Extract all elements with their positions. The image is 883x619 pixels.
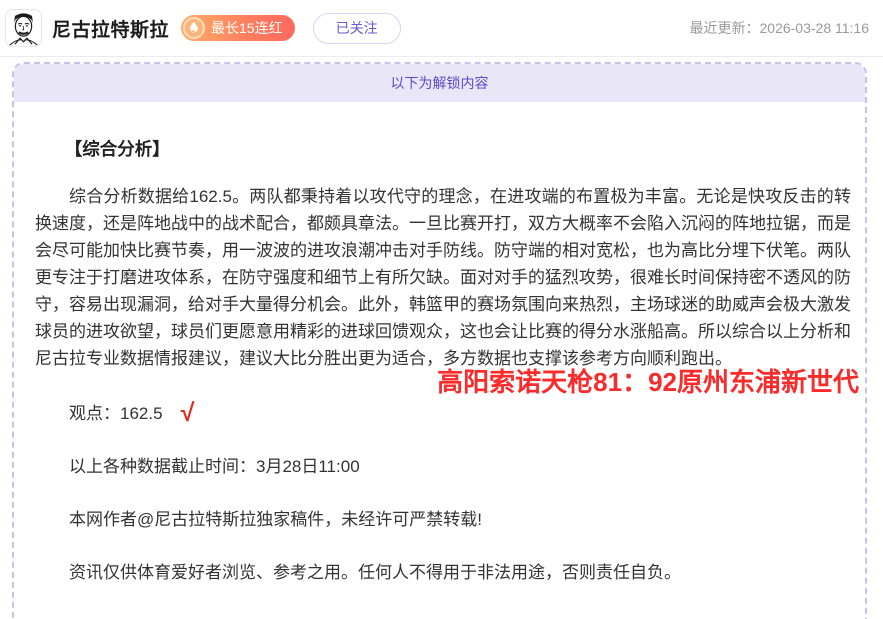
unlock-banner: 以下为解锁内容 (14, 64, 865, 102)
viewpoint-value: 观点：162.5 (69, 404, 163, 423)
unlocked-content-card: 以下为解锁内容 【综合分析】 综合分析数据给162.5。两队都秉持着以攻代守的理… (12, 62, 867, 619)
section-title: 【综合分析】 (35, 136, 851, 161)
avatar[interactable] (5, 9, 42, 47)
red-checkmark-icon: √ (179, 399, 193, 427)
last-update-time: 最近更新：2026-03-28 11:16 (690, 18, 870, 38)
followed-button[interactable]: 已关注 (313, 13, 401, 44)
flame-icon (183, 17, 205, 39)
analysis-paragraph: 综合分析数据给162.5。两队都秉持着以攻代守的理念，在进攻端的布置极为丰富。无… (35, 183, 851, 372)
author-name: 尼古拉特斯拉 (52, 15, 169, 42)
page-header: 尼古拉特斯拉 最长15连红 已关注 最近更新：2026-03-28 11:16 (0, 0, 883, 57)
data-cutoff-line: 以上各种数据截止时间：3月28日11:00 (35, 453, 851, 480)
copyright-line: 本网作者@尼古拉特斯拉独家稿件，未经许可严禁转载! (35, 506, 851, 533)
article-body: 【综合分析】 综合分析数据给162.5。两队都秉持着以攻代守的理念，在进攻端的布… (14, 102, 865, 586)
viewpoint-line: 观点：162.5 √ (35, 400, 851, 427)
disclaimer-line: 资讯仅供体育爱好者浏览、参考之用。任何人不得用于非法用途，否则责任自负。 (35, 559, 851, 586)
streak-badge-label: 最长15连红 (211, 18, 283, 38)
streak-badge: 最长15连红 (181, 15, 295, 41)
author-portrait-icon (6, 10, 41, 46)
